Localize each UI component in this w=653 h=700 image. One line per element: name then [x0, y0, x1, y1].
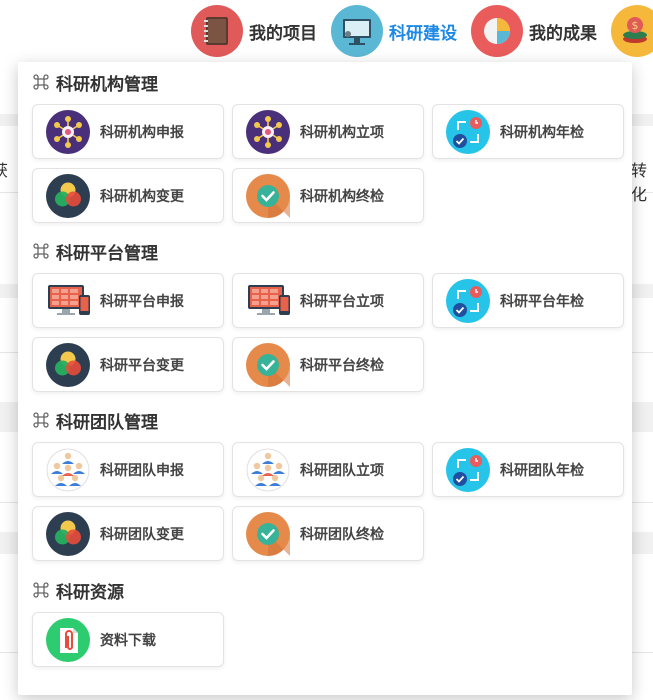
- research-construction-dropdown: 科研机构管理 科研机构申报 科研机构立项 科研机构年检 科研机构变更 科研机构终…: [18, 62, 632, 695]
- nav-label: 我的项目: [249, 23, 317, 44]
- section-title-text: 科研团队管理: [56, 412, 158, 433]
- menu-card-label: 科研团队变更: [100, 526, 184, 543]
- command-icon: [32, 242, 56, 260]
- menu-card[interactable]: 科研机构变更: [32, 168, 224, 223]
- monitor-icon: [331, 5, 383, 57]
- menu-card-label: 科研团队立项: [300, 462, 384, 479]
- menu-card-label: 科研团队终检: [300, 526, 384, 543]
- paperclip-document-icon: [46, 617, 90, 662]
- svg-text:$: $: [632, 19, 639, 32]
- team-icon: [46, 448, 90, 492]
- menu-card[interactable]: 科研团队变更: [32, 506, 224, 561]
- nav-label: 我的成果: [529, 23, 597, 44]
- menu-card-label: 科研平台立项: [300, 293, 384, 310]
- network-icon: [46, 109, 90, 154]
- nav-my-projects[interactable]: 我的项目: [191, 4, 317, 58]
- menu-card-label: 科研机构变更: [100, 188, 184, 205]
- venn-circles-icon: [46, 511, 90, 556]
- checkmark-circle-icon: [246, 511, 290, 556]
- devices-icon: [246, 279, 290, 323]
- menu-card[interactable]: 科研机构年检: [432, 104, 624, 159]
- section-title: 科研机构管理: [32, 70, 158, 95]
- menu-card-label: 科研平台变更: [100, 357, 184, 374]
- menu-card[interactable]: 科研团队年检: [432, 442, 624, 497]
- section-title: 科研资源: [32, 578, 124, 603]
- devices-icon: [46, 279, 90, 323]
- menu-card[interactable]: 科研团队终检: [232, 506, 424, 561]
- checkmark-circle-icon: [246, 342, 290, 387]
- annual-check-icon: [446, 447, 490, 492]
- bg-right-text: 转化: [631, 161, 648, 204]
- section-title-text: 科研平台管理: [56, 243, 158, 264]
- command-icon: [32, 411, 56, 429]
- menu-card-label: 科研团队年检: [500, 462, 584, 479]
- menu-card[interactable]: 科研团队申报: [32, 442, 224, 497]
- menu-card-label: 科研平台申报: [100, 293, 184, 310]
- menu-card[interactable]: 科研平台申报: [32, 273, 224, 328]
- menu-card-label: 科研机构立项: [300, 124, 384, 141]
- coins-icon: $: [611, 5, 653, 57]
- menu-card[interactable]: 科研平台立项: [232, 273, 424, 328]
- menu-card[interactable]: 科研机构申报: [32, 104, 224, 159]
- command-icon: [32, 581, 56, 599]
- nav-label: 科研建设: [389, 23, 457, 44]
- team-icon: [246, 448, 290, 492]
- menu-card[interactable]: 科研平台终检: [232, 337, 424, 392]
- pie-chart-icon: [471, 5, 523, 57]
- nav-funds[interactable]: $: [611, 4, 653, 58]
- menu-card[interactable]: 科研平台变更: [32, 337, 224, 392]
- network-icon: [246, 109, 290, 154]
- annual-check-icon: [446, 278, 490, 323]
- nav-my-achievements[interactable]: 我的成果: [471, 4, 597, 58]
- section-title-text: 科研资源: [56, 582, 124, 603]
- menu-card[interactable]: 科研机构终检: [232, 168, 424, 223]
- menu-card-label: 科研机构申报: [100, 124, 184, 141]
- section-title-text: 科研机构管理: [56, 74, 158, 95]
- bg-left-text: 获: [0, 161, 9, 180]
- annual-check-icon: [446, 109, 490, 154]
- top-navigation: 我的项目 科研建设 我的成果 $: [0, 0, 653, 62]
- section-title: 科研团队管理: [32, 408, 158, 433]
- menu-card-label: 科研团队申报: [100, 462, 184, 479]
- menu-card-label: 资料下载: [100, 632, 156, 649]
- nav-research-construction[interactable]: 科研建设: [331, 4, 457, 58]
- menu-card[interactable]: 科研机构立项: [232, 104, 424, 159]
- notebook-icon: [191, 5, 243, 57]
- section-title: 科研平台管理: [32, 239, 158, 264]
- venn-circles-icon: [46, 342, 90, 387]
- checkmark-circle-icon: [246, 173, 290, 218]
- menu-card-label: 科研平台终检: [300, 357, 384, 374]
- command-icon: [32, 73, 56, 91]
- menu-card[interactable]: 资料下载: [32, 612, 224, 667]
- menu-card[interactable]: 科研团队立项: [232, 442, 424, 497]
- menu-card-label: 科研机构年检: [500, 124, 584, 141]
- menu-card-label: 科研机构终检: [300, 188, 384, 205]
- menu-card[interactable]: 科研平台年检: [432, 273, 624, 328]
- venn-circles-icon: [46, 173, 90, 218]
- menu-card-label: 科研平台年检: [500, 293, 584, 310]
